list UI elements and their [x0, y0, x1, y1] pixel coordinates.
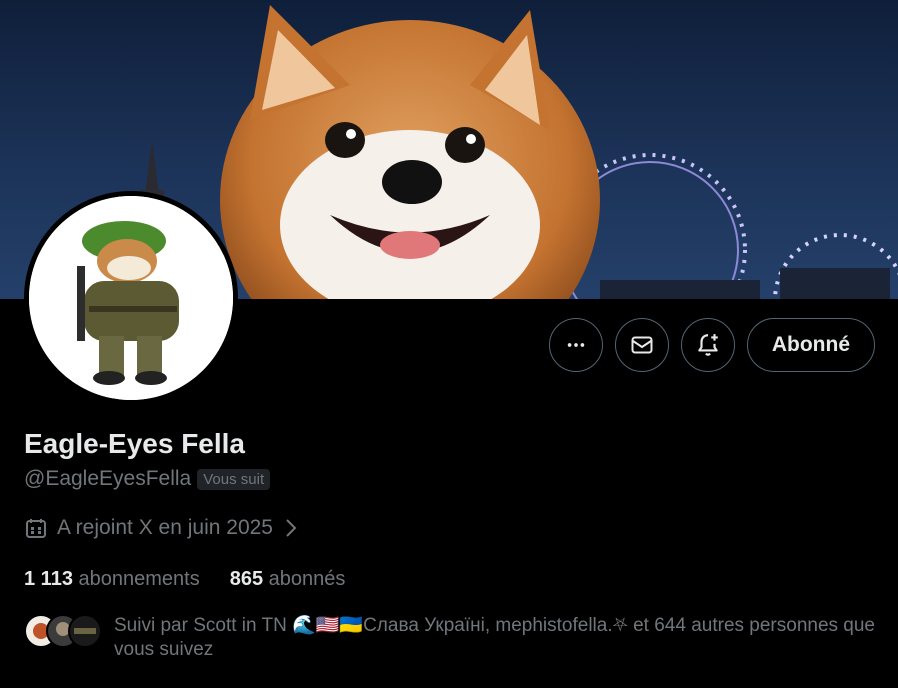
joined-date[interactable]: A rejoint X en juin 2025: [24, 516, 300, 540]
followers-count: 865: [229, 568, 264, 590]
more-button[interactable]: [548, 318, 603, 372]
notifications-button[interactable]: [680, 318, 735, 372]
handle-row: @EagleEyesFella Vous suit: [24, 467, 271, 491]
bell-plus-icon: [698, 334, 718, 356]
followed-by[interactable]: Suivi par Scott in TN 🌊🇺🇸🇺🇦Слава Україні…: [24, 614, 884, 662]
follower-avatar: [68, 614, 102, 648]
followers-label: abonnés: [268, 568, 346, 590]
message-button[interactable]: [614, 318, 669, 372]
more-icon: [567, 343, 585, 347]
profile-actions: Abonné: [548, 318, 875, 372]
profile-avatar[interactable]: [24, 191, 238, 405]
following-button[interactable]: Abonné: [746, 318, 875, 372]
profile-stats: 1 113 abonnements 865 abonnés: [24, 568, 345, 591]
followed-by-avatars: [24, 614, 104, 648]
profile-handle: @EagleEyesFella: [24, 467, 192, 490]
chevron-right-icon: [286, 519, 297, 537]
follows-you-badge: Vous suit: [197, 468, 271, 490]
profile-name: Eagle-Eyes Fella: [24, 428, 246, 459]
followed-by-text: Suivi par Scott in TN 🌊🇺🇸🇺🇦Слава Україні…: [114, 615, 875, 660]
joined-text: A rejoint X en juin 2025: [57, 516, 273, 539]
calendar-icon: [26, 519, 46, 538]
followers-link[interactable]: 865 abonnés: [230, 568, 346, 591]
following-count: 1 113: [24, 568, 73, 590]
following-link[interactable]: 1 113 abonnements: [24, 568, 200, 591]
avatar-image: [29, 196, 233, 400]
following-label: abonnements: [78, 568, 200, 590]
mail-icon: [631, 336, 653, 354]
